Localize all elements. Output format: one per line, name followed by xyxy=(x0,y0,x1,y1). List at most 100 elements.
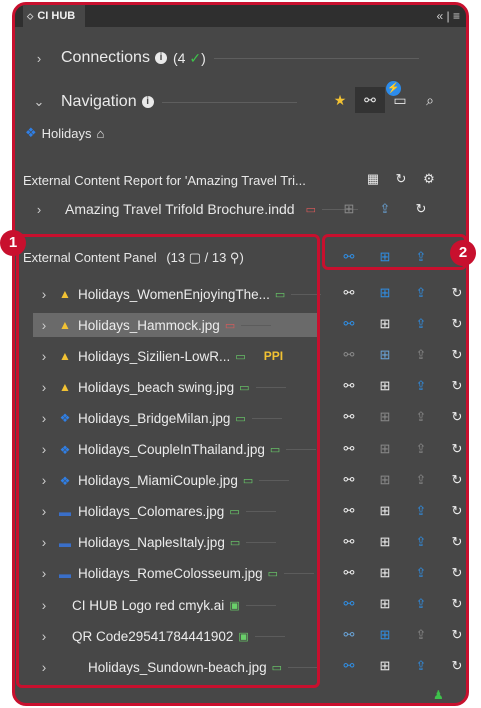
connections-section[interactable]: › Connections i (4 ✓ ) xyxy=(31,49,419,67)
connections-label: Connections xyxy=(61,49,150,66)
refresh-icon[interactable]: ↻ xyxy=(439,503,466,519)
link-icon[interactable]: ⚯ xyxy=(355,87,385,113)
info-icon[interactable]: i xyxy=(141,96,154,108)
callout-badge-2: 2 xyxy=(450,240,476,266)
refresh-icon[interactable]: ↻ xyxy=(439,441,466,457)
place-icon[interactable]: ⊞ xyxy=(367,658,403,674)
place-icon[interactable]: ⊞ xyxy=(367,285,403,301)
link-icon[interactable]: ⚯ xyxy=(331,378,367,394)
refresh-icon[interactable]: ↻ xyxy=(439,285,466,301)
favorites-star-icon[interactable]: ★ xyxy=(325,87,355,113)
upload-icon[interactable]: ⇪ xyxy=(403,441,439,457)
home-icon[interactable]: ⌂ xyxy=(97,126,105,141)
refresh-icon[interactable]: ↻ xyxy=(439,596,466,612)
place-icon[interactable]: ⊞ xyxy=(367,409,403,425)
tab-title: CI HUB xyxy=(37,10,76,22)
document-actions: ⊞ ⇪ ↻ xyxy=(331,201,439,217)
link-icon[interactable]: ⚯ xyxy=(331,316,367,332)
file-actions: ⚯ ⊞ ⇪ ↻ xyxy=(331,316,466,332)
upload-icon[interactable]: ⇪ xyxy=(403,347,439,363)
place-icon[interactable]: ⊞ xyxy=(367,565,403,581)
link-icon[interactable]: ⚯ xyxy=(331,441,367,457)
refresh-icon[interactable]: ↻ xyxy=(439,627,466,643)
panel-menu-button[interactable]: « | ≡ xyxy=(437,9,460,23)
place-icon[interactable]: ⊞ xyxy=(367,503,403,519)
upload-icon[interactable]: ⇪ xyxy=(403,285,439,301)
document-row[interactable]: › Amazing Travel Trifold Brochure.indd ▭ xyxy=(31,201,358,217)
callout-badge-1: 1 xyxy=(0,230,26,256)
place-icon[interactable]: ⊞ xyxy=(367,441,403,457)
breadcrumb[interactable]: ❖ Holidays ⌂ xyxy=(25,125,104,141)
document-name: Amazing Travel Trifold Brochure.indd xyxy=(65,201,295,217)
connections-close-paren: ) xyxy=(201,50,206,66)
info-icon[interactable]: i xyxy=(154,52,167,64)
refresh-icon[interactable]: ↻ xyxy=(439,409,466,425)
callout-frame-1 xyxy=(16,234,320,688)
place-icon[interactable]: ⊞ xyxy=(367,472,403,488)
link-icon[interactable]: ⚯ xyxy=(331,658,367,674)
link-icon[interactable]: ⚯ xyxy=(331,565,367,581)
navigation-toolbar: ★ ⚯ ▭ ⌕ ⚡ xyxy=(325,81,445,113)
collapse-diamond-icon: ⬦ xyxy=(27,10,34,21)
file-actions: ⚯ ⊞ ⇪ ↻ xyxy=(331,627,466,643)
upload-icon[interactable]: ⇪ xyxy=(403,627,439,643)
place-icon[interactable]: ⊞ xyxy=(331,201,367,217)
chevron-down-icon: ⌄ xyxy=(33,94,45,109)
refresh-icon[interactable]: ↻ xyxy=(439,472,466,488)
place-icon[interactable]: ⊞ xyxy=(367,378,403,394)
place-icon[interactable]: ⊞ xyxy=(367,627,403,643)
refresh-icon[interactable]: ↻ xyxy=(439,316,466,332)
link-icon[interactable]: ⚯ xyxy=(331,472,367,488)
panel-menu-label: « | ≡ xyxy=(436,9,460,23)
link-icon[interactable]: ⚯ xyxy=(331,503,367,519)
upload-icon[interactable]: ⇪ xyxy=(403,534,439,550)
link-icon[interactable]: ⚯ xyxy=(331,347,367,363)
tab-ci-hub[interactable]: ⬦ CI HUB xyxy=(23,5,86,27)
panel-titlebar: ⬦ CI HUB « | ≡ xyxy=(15,5,466,27)
link-icon[interactable]: ⚯ xyxy=(331,596,367,612)
refresh-icon[interactable]: ↻ xyxy=(439,565,466,581)
breadcrumb-label: Holidays xyxy=(41,125,92,141)
upload-icon[interactable]: ⇪ xyxy=(403,565,439,581)
upload-icon[interactable]: ⇪ xyxy=(367,201,403,217)
file-actions: ⚯ ⊞ ⇪ ↻ xyxy=(331,347,466,363)
report-title: External Content Report for 'Amazing Tra… xyxy=(23,173,306,188)
refresh-icon[interactable]: ↻ xyxy=(439,378,466,394)
file-actions: ⚯ ⊞ ⇪ ↻ xyxy=(331,534,466,550)
link-icon[interactable]: ⚯ xyxy=(331,627,367,643)
divider xyxy=(161,101,297,103)
navigation-label: Navigation xyxy=(61,93,137,110)
gear-icon[interactable]: ⚙ xyxy=(415,171,443,187)
upload-icon[interactable]: ⇪ xyxy=(403,472,439,488)
file-actions: ⚯ ⊞ ⇪ ↻ xyxy=(331,409,466,425)
table-icon[interactable]: ▦ xyxy=(359,171,387,187)
place-icon[interactable]: ⊞ xyxy=(367,347,403,363)
place-icon[interactable]: ⊞ xyxy=(367,316,403,332)
file-actions: ⚯ ⊞ ⇪ ↻ xyxy=(331,565,466,581)
file-actions: ⚯ ⊞ ⇪ ↻ xyxy=(331,378,466,394)
file-actions: ⚯ ⊞ ⇪ ↻ xyxy=(331,285,466,301)
link-icon[interactable]: ⚯ xyxy=(331,409,367,425)
upload-icon[interactable]: ⇪ xyxy=(403,409,439,425)
chevron-right-icon: › xyxy=(36,50,42,66)
file-actions: ⚯ ⊞ ⇪ ↻ xyxy=(331,596,466,612)
refresh-icon[interactable]: ↻ xyxy=(439,534,466,550)
callout-frame-2 xyxy=(322,234,467,270)
dropbox-icon: ❖ xyxy=(25,125,37,140)
upload-icon[interactable]: ⇪ xyxy=(403,658,439,674)
refresh-icon[interactable]: ↻ xyxy=(403,201,439,217)
link-icon[interactable]: ⚯ xyxy=(331,285,367,301)
refresh-icon[interactable]: ↻ xyxy=(439,658,466,674)
upload-icon[interactable]: ⇪ xyxy=(403,596,439,612)
place-icon[interactable]: ⊞ xyxy=(367,534,403,550)
upload-icon[interactable]: ⇪ xyxy=(403,316,439,332)
link-icon[interactable]: ⚯ xyxy=(331,534,367,550)
place-icon[interactable]: ⊞ xyxy=(367,596,403,612)
user-icon[interactable]: ♟ xyxy=(433,688,444,702)
refresh-icon[interactable]: ↻ xyxy=(439,347,466,363)
upload-icon[interactable]: ⇪ xyxy=(403,378,439,394)
refresh-icon[interactable]: ↻ xyxy=(387,171,415,187)
navigation-section[interactable]: ⌄ Navigation i xyxy=(31,93,297,111)
search-icon[interactable]: ⌕ xyxy=(415,87,445,113)
upload-icon[interactable]: ⇪ xyxy=(403,503,439,519)
